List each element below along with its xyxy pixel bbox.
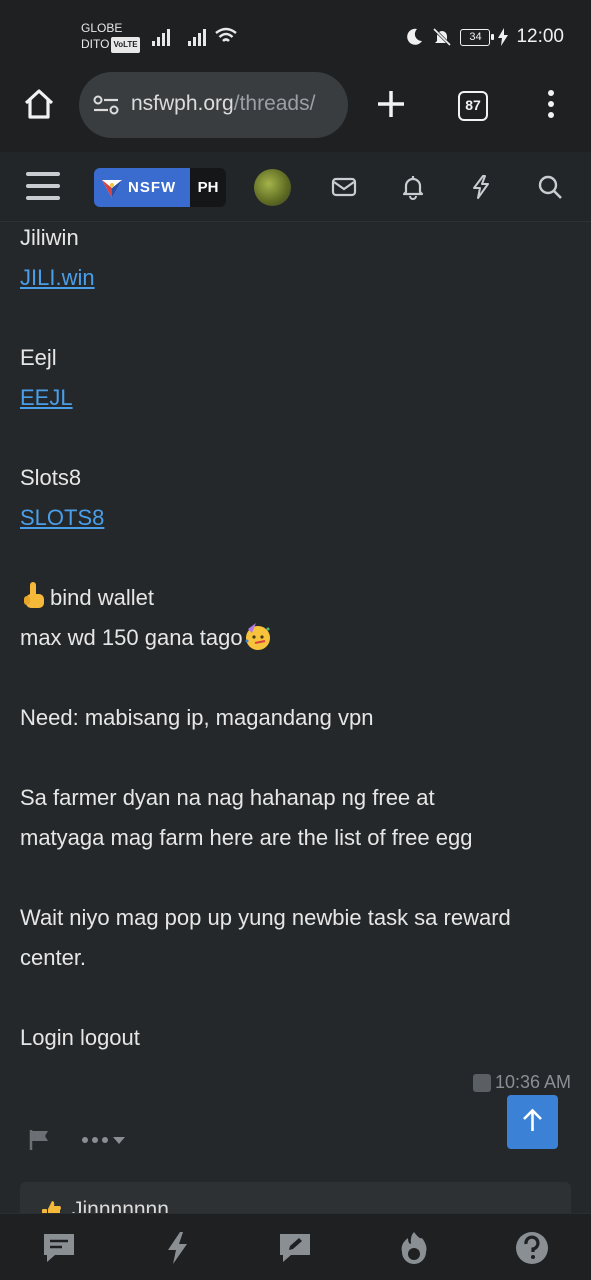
post-link-jili[interactable]: JILI.win	[20, 265, 95, 290]
logo-text-left: NSFW	[128, 179, 177, 196]
site-logo[interactable]: NSFW PH	[94, 168, 226, 207]
post-line: Wait niyo mag pop up yung newbie task sa…	[20, 905, 511, 930]
new-tab-icon[interactable]	[375, 88, 407, 120]
pointing-up-emoji-icon	[24, 582, 44, 608]
charging-icon	[498, 28, 509, 46]
signal-icon-2	[188, 28, 210, 46]
post-link-eejl[interactable]: EEJL	[20, 385, 73, 410]
post-thread-icon[interactable]	[277, 1230, 313, 1266]
url-host: nsfwph.org	[131, 92, 234, 115]
browser-toolbar: nsfwph.org/threads/ 87	[0, 72, 591, 152]
alerts-bell-icon[interactable]	[400, 174, 426, 200]
clock: 12:00	[516, 26, 564, 47]
moon-icon	[407, 28, 423, 45]
search-icon[interactable]	[537, 174, 563, 200]
bell-muted-icon	[433, 27, 452, 47]
url-path: /threads/	[233, 92, 316, 115]
home-icon[interactable]	[22, 87, 56, 121]
volte-badge: VoLTE	[111, 36, 140, 53]
edited-icon	[472, 1073, 491, 1092]
post-line: Sa farmer dyan na nag hahanap ng free at	[20, 785, 435, 810]
url-text[interactable]: nsfwph.org/threads/	[131, 92, 341, 116]
user-avatar[interactable]	[254, 169, 291, 206]
chevron-down-icon	[113, 1137, 125, 1144]
post-line: Eejl	[20, 345, 57, 370]
battery-indicator: 34	[460, 28, 495, 46]
carrier-1: GLOBE	[81, 21, 123, 35]
site-settings-icon[interactable]	[92, 94, 120, 116]
tab-switcher-button[interactable]: 87	[458, 91, 488, 121]
post-line: Login logout	[20, 1025, 140, 1050]
post-body: Jiliwin JILI.win Eejl EEJL Slots8 SLOTS8…	[20, 222, 571, 1058]
post-line: Jiliwin	[20, 225, 79, 250]
post-actions	[28, 1128, 126, 1152]
logo-text-right: PH	[190, 168, 226, 207]
carrier-2: DITO	[81, 37, 110, 51]
overflow-menu-icon[interactable]	[541, 90, 561, 120]
wifi-icon	[215, 27, 237, 42]
address-bar[interactable]: nsfwph.org/threads/	[79, 72, 348, 138]
whats-new-bolt-icon[interactable]	[468, 174, 494, 200]
arrow-up-icon	[523, 1108, 542, 1131]
trending-flame-icon[interactable]	[396, 1230, 432, 1266]
post-line: Slots8	[20, 465, 82, 490]
scroll-to-top-button[interactable]	[507, 1095, 558, 1149]
post-line: matyaga mag farm here are the list of fr…	[20, 825, 473, 850]
post-line: center.	[20, 945, 87, 970]
signal-icon	[152, 28, 174, 46]
help-icon[interactable]	[514, 1230, 550, 1266]
bottom-nav-bar	[0, 1213, 591, 1280]
carrier-info: GLOBE DITO VoLTE	[81, 20, 140, 53]
post-link-slots8[interactable]: SLOTS8	[20, 505, 104, 530]
report-flag-icon[interactable]	[28, 1128, 52, 1152]
status-bar: GLOBE DITO VoLTE 34 12:00	[0, 0, 591, 72]
inbox-icon[interactable]	[331, 174, 357, 200]
post-line-max-wd: max wd 150 gana tago	[20, 618, 571, 658]
partying-face-emoji-icon	[245, 623, 270, 650]
logo-shield-icon	[102, 179, 122, 198]
post-timestamp[interactable]: 10:36 AM	[472, 1072, 571, 1093]
more-options-menu[interactable]	[82, 1135, 126, 1145]
hamburger-menu-icon[interactable]	[26, 172, 60, 202]
whats-new-icon[interactable]	[159, 1230, 195, 1266]
site-navbar: NSFW PH	[0, 152, 591, 222]
forums-icon[interactable]	[41, 1230, 77, 1266]
post-line: Need: mabisang ip, magandang vpn	[20, 705, 374, 730]
post-line-bind-wallet: bind wallet	[20, 578, 571, 618]
